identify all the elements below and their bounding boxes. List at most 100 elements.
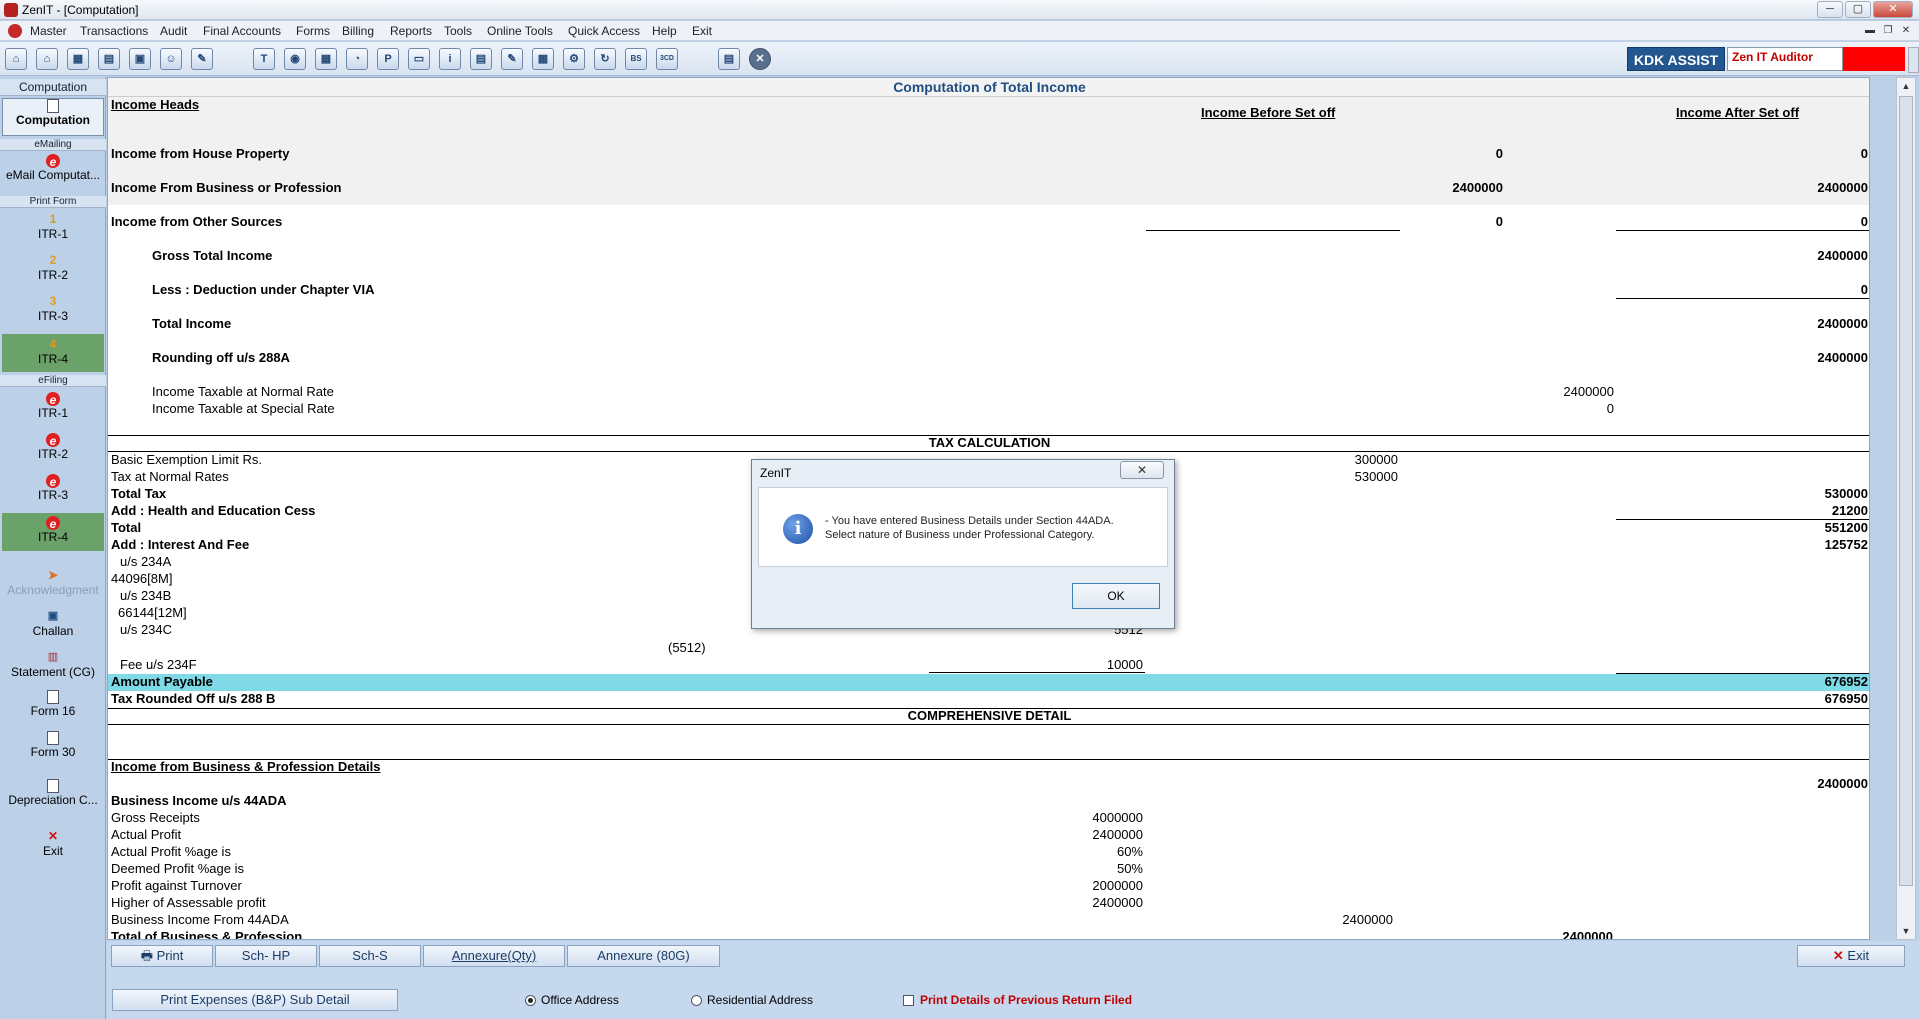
sidebar-item-print-itr-1[interactable]: 1 ITR-1 [2, 211, 104, 245]
minimize-button[interactable]: ─ [1817, 1, 1843, 18]
bs-icon[interactable]: BS [625, 48, 647, 70]
close-window-button[interactable]: ✕ [1873, 1, 1913, 18]
sidebar-item-computation[interactable]: Computation [2, 98, 104, 136]
tax-icon[interactable]: T [253, 48, 275, 70]
annexure-80g-button[interactable]: Annexure (80G) [567, 945, 720, 967]
other-sources-before: 0 [1495, 214, 1503, 229]
amount-payable-label: Amount Payable [111, 674, 213, 689]
kdk-assist-button[interactable]: KDK ASSIST [1627, 47, 1725, 71]
menu-help[interactable]: Help [652, 24, 677, 38]
us234a-detail: 44096[8M] [111, 571, 173, 586]
sch-hp-button[interactable]: Sch- HP [215, 945, 317, 967]
sidebar-item-depreciation[interactable]: Depreciation C... [2, 779, 104, 813]
deduction-line [1616, 298, 1869, 299]
mdi-restore-button[interactable]: ❐ [1880, 23, 1896, 38]
toolbar: ⌂ ⌂ ▦ ▤ ▣ ☺ ✎ T ◉ ▦ ◔ P ▭ i ▤ ✎ ▦ ⚙ ↻ BS… [0, 42, 1919, 76]
sidebar-item-efile-itr-3[interactable]: e ITR-3 [2, 474, 104, 508]
menu-reports[interactable]: Reports [390, 24, 432, 38]
pay-icon[interactable]: P [377, 48, 399, 70]
book-icon[interactable]: ▭ [408, 48, 430, 70]
report-icon[interactable]: ▤ [470, 48, 492, 70]
users-icon[interactable]: ☺ [160, 48, 182, 70]
sidebar-item-efile-itr-2[interactable]: e ITR-2 [2, 433, 104, 467]
menu-transactions[interactable]: Transactions [80, 24, 148, 38]
exit-x-icon: ✕ [1832, 948, 1848, 963]
sidebar-item-efile-itr-1[interactable]: e ITR-1 [2, 392, 104, 426]
toolbar-overflow-handle[interactable] [1908, 47, 1919, 73]
email-icon: e [46, 154, 60, 169]
menu-quick-access[interactable]: Quick Access [568, 24, 640, 38]
challan-icon: ▣ [47, 610, 59, 622]
globe-icon[interactable]: ◉ [284, 48, 306, 70]
higher-profit-label: Higher of Assessable profit [111, 895, 266, 910]
office-address-radio[interactable] [525, 995, 536, 1006]
calendar-icon[interactable]: ▦ [532, 48, 554, 70]
total-bp-value: 2400000 [1562, 929, 1613, 940]
house-icon[interactable]: ⌂ [36, 48, 58, 70]
total-tax-value: 530000 [1824, 486, 1868, 501]
menu-audit[interactable]: Audit [160, 24, 187, 38]
sidebar-item-print-itr-3[interactable]: 3 ITR-3 [2, 293, 104, 327]
mdi-minimize-button[interactable]: ▬ [1862, 23, 1878, 38]
subtotal-line-after [1616, 230, 1869, 231]
exit-button-label: Exit [1847, 948, 1870, 963]
form-icon[interactable]: ▤ [718, 48, 740, 70]
house-property-after: 0 [1860, 146, 1868, 161]
annexure-qty-button[interactable]: Annexure(Qty) [423, 945, 565, 967]
scrollbar-thumb[interactable] [1899, 96, 1913, 886]
menu-billing[interactable]: Billing [342, 24, 374, 38]
ok-button[interactable]: OK [1072, 583, 1160, 609]
info-icon[interactable]: i [439, 48, 461, 70]
menu-final-accounts[interactable]: Final Accounts [203, 24, 281, 38]
print-button[interactable]: 🖶 Print [111, 945, 213, 967]
sidebar-item-challan[interactable]: ▣ Challan [2, 608, 104, 642]
comprehensive-divider [108, 724, 1869, 725]
sidebar-item-exit[interactable]: ✕ Exit [2, 828, 104, 862]
maximize-button[interactable]: ▢ [1845, 1, 1871, 18]
sidebar-item-form-30[interactable]: Form 30 [2, 731, 104, 765]
sidebar-item-statement-cg[interactable]: ▥ Statement (CG) [2, 649, 104, 683]
bar-chart-icon[interactable]: ▤ [98, 48, 120, 70]
number-two-icon: 2 [49, 253, 57, 267]
print-expenses-button[interactable]: Print Expenses (B&P) Sub Detail [112, 989, 398, 1011]
menu-online-tools[interactable]: Online Tools [487, 24, 553, 38]
sidebar-item-label: Statement (CG) [10, 665, 96, 679]
actual-profit-pct-value: 60% [1116, 844, 1143, 859]
menu-exit[interactable]: Exit [692, 24, 712, 38]
refresh-icon[interactable]: ↻ [594, 48, 616, 70]
pie-chart-icon[interactable]: ◔ [346, 48, 368, 70]
normal-rate-value: 2400000 [1563, 384, 1614, 399]
vertical-scrollbar[interactable]: ▲ ▼ [1896, 77, 1916, 940]
form-document-icon [47, 731, 59, 745]
sidebar-item-email-computation[interactable]: e eMail Computat... [2, 154, 104, 188]
zen-it-auditor-button[interactable]: Zen IT Auditor [1727, 47, 1843, 71]
menu-master[interactable]: Master [30, 24, 67, 38]
home-icon[interactable]: ⌂ [5, 48, 27, 70]
sch-s-button[interactable]: Sch-S [319, 945, 421, 967]
menu-forms[interactable]: Forms [296, 24, 330, 38]
exit-button[interactable]: ✕ Exit [1797, 945, 1905, 967]
menu-tools[interactable]: Tools [444, 24, 472, 38]
gift-icon[interactable]: ▣ [129, 48, 151, 70]
sidebar-item-acknowledgment[interactable]: ➤ Acknowledgment [2, 567, 104, 601]
sidebar-item-efile-itr-4[interactable]: e ITR-4 [2, 513, 104, 551]
col-income-before-setoff: Income Before Set off [1201, 105, 1336, 120]
dialog-close-button[interactable]: ✕ [1120, 461, 1164, 479]
residential-address-radio[interactable] [691, 995, 702, 1006]
pen-icon[interactable]: ✎ [191, 48, 213, 70]
scroll-down-icon[interactable]: ▼ [1897, 923, 1915, 939]
close-circle-icon[interactable]: ✕ [749, 48, 771, 70]
3cd-icon[interactable]: 3CD [656, 48, 678, 70]
print-previous-return-checkbox[interactable] [903, 995, 914, 1006]
sidebar-item-form-16[interactable]: Form 16 [2, 690, 104, 724]
house-property-label: Income from House Property [111, 146, 290, 161]
calculator-icon[interactable]: ▦ [315, 48, 337, 70]
building-icon[interactable]: ▦ [67, 48, 89, 70]
scroll-up-icon[interactable]: ▲ [1897, 78, 1915, 94]
settings-doc-icon[interactable]: ⚙ [563, 48, 585, 70]
edit-doc-icon[interactable]: ✎ [501, 48, 523, 70]
sidebar-item-print-itr-4[interactable]: 4 ITR-4 [2, 334, 104, 372]
total-income-label: Total Income [152, 316, 232, 331]
sidebar-item-print-itr-2[interactable]: 2 ITR-2 [2, 252, 104, 286]
mdi-close-button[interactable]: ✕ [1898, 23, 1914, 38]
